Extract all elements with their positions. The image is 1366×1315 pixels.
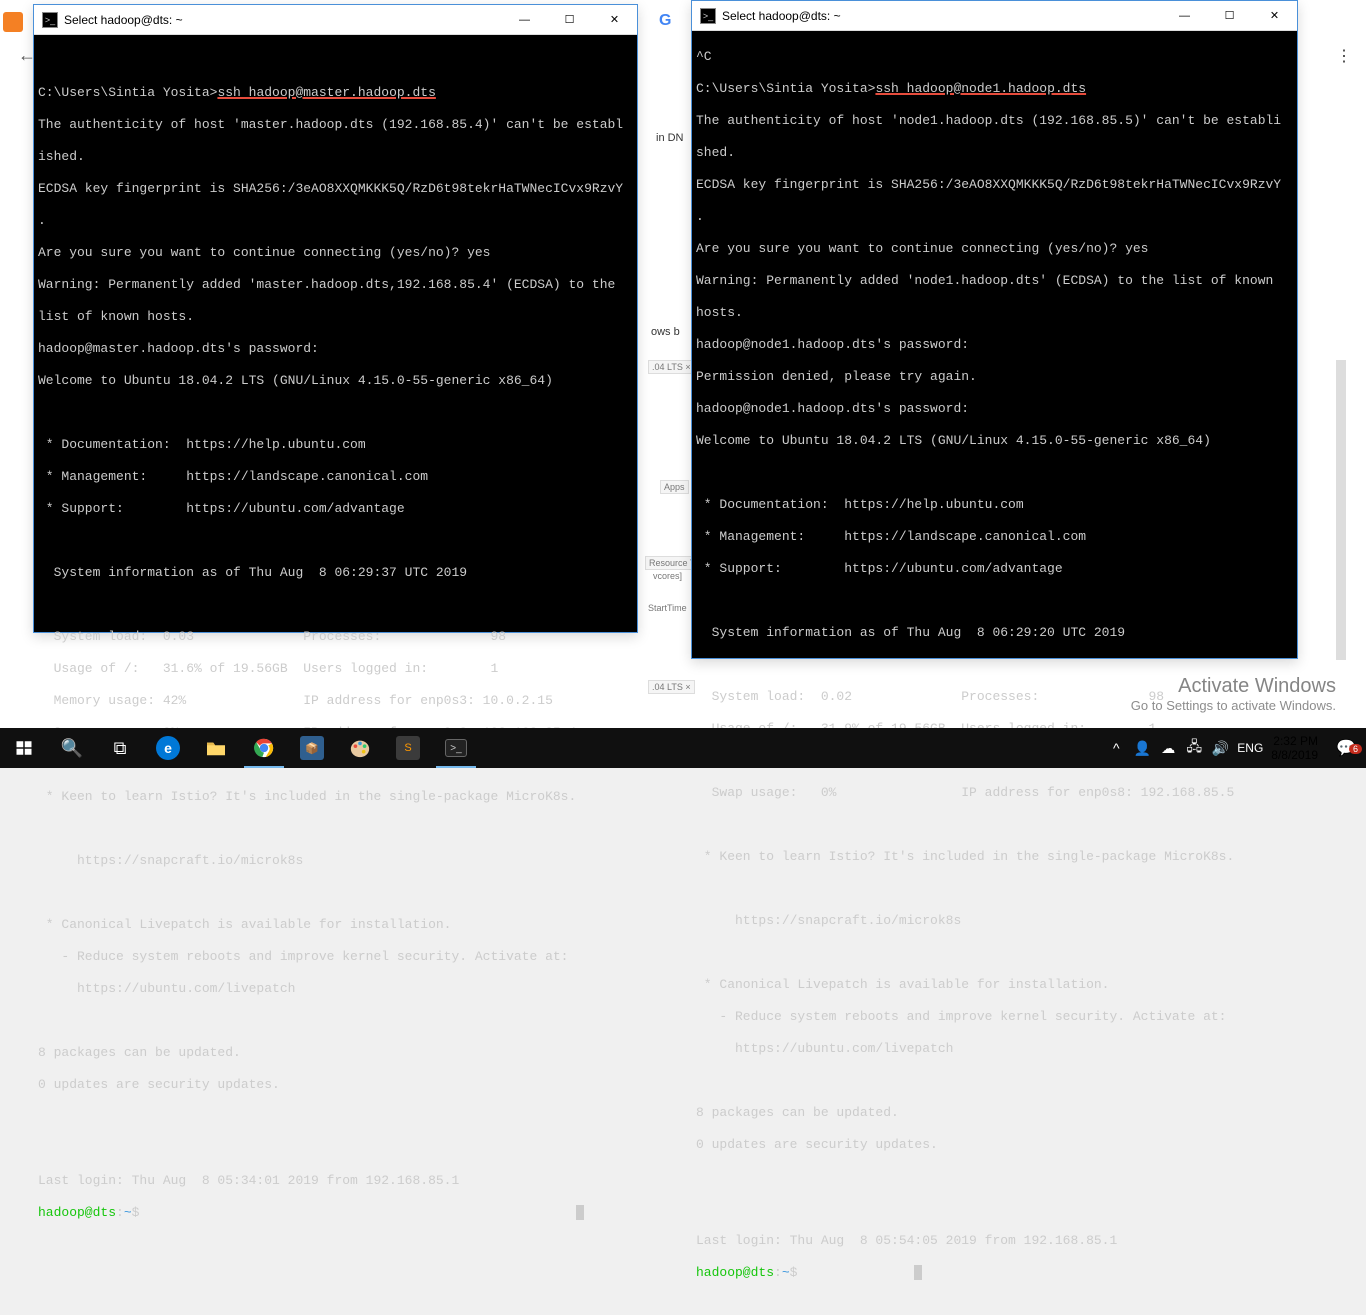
cursor-icon	[576, 1205, 584, 1220]
minimize-button[interactable]: —	[1162, 1, 1207, 30]
onedrive-icon[interactable]: ☁	[1159, 740, 1177, 757]
folder-icon	[204, 736, 228, 760]
terminal-icon: >_	[700, 8, 716, 24]
terminal-output[interactable]: C:\Users\Sintia Yosita>ssh hadoop@master…	[34, 35, 637, 1255]
bg-label-starttime: StartTime	[645, 602, 690, 614]
sublime-icon: S	[396, 736, 420, 760]
action-center-button[interactable]: 💬 6	[1326, 738, 1366, 758]
bg-label-vcores: vcores]	[650, 570, 685, 582]
stackoverflow-icon	[3, 12, 23, 32]
bg-scrollbar[interactable]	[1336, 360, 1346, 660]
close-button[interactable]: ✕	[592, 5, 637, 34]
clock-time: 2:32 PM	[1271, 734, 1318, 748]
titlebar[interactable]: >_ Select hadoop@dts: ~ — ☐ ✕	[692, 1, 1297, 31]
tray-chevron-icon[interactable]: ^	[1107, 740, 1125, 756]
language-indicator[interactable]: ENG	[1237, 741, 1255, 755]
task-view-icon: ⧉	[114, 738, 127, 759]
notification762f: 6	[1349, 744, 1362, 754]
bg-text-owsb: ows b	[651, 326, 680, 338]
edge-button[interactable]: e	[144, 728, 192, 768]
terminal-output[interactable]: ^C C:\Users\Sintia Yosita>ssh hadoop@nod…	[692, 31, 1297, 1315]
file-explorer-button[interactable]	[192, 728, 240, 768]
cmd-icon: >_	[445, 739, 467, 757]
window-title: Select hadoop@dts: ~	[722, 9, 1162, 23]
paint-icon	[348, 736, 372, 760]
windows-icon	[12, 736, 36, 760]
close-button[interactable]: ✕	[1252, 1, 1297, 30]
maximize-button[interactable]: ☐	[1207, 1, 1252, 30]
clock-date: 8/8/2019	[1271, 748, 1318, 762]
bg-label-lts2: .04 LTS ×	[648, 680, 695, 694]
chrome-menu-icon[interactable]: ⋮	[1336, 46, 1352, 66]
taskbar[interactable]: 🔍 ⧉ e 📦 S >_ ^ 👤 ☁ 🖧 🔊 ENG 2:32 PM 8/8/2…	[0, 728, 1366, 768]
bg-label-lts1: .04 LTS ×	[648, 360, 695, 374]
people-icon[interactable]: 👤	[1133, 740, 1151, 757]
virtualbox-button[interactable]: 📦	[288, 728, 336, 768]
ssh-command: ssh hadoop@node1.hadoop.dts	[875, 81, 1086, 96]
search-icon: 🔍	[61, 738, 83, 759]
terminal-window-node1[interactable]: >_ Select hadoop@dts: ~ — ☐ ✕ ^C C:\User…	[691, 0, 1298, 659]
volume-icon[interactable]: 🔊	[1211, 740, 1229, 757]
maximize-button[interactable]: ☐	[547, 5, 592, 34]
sublime-button[interactable]: S	[384, 728, 432, 768]
start-button[interactable]	[0, 728, 48, 768]
activate-windows-watermark: Activate Windows Go to Settings to activ…	[1131, 675, 1336, 713]
shell-prompt: hadoop@dts:~$	[38, 1205, 633, 1221]
titlebar[interactable]: >_ Select hadoop@dts: ~ — ☐ ✕	[34, 5, 637, 35]
clock[interactable]: 2:32 PM 8/8/2019	[1263, 734, 1326, 762]
cursor-icon	[914, 1265, 922, 1280]
shell-prompt: hadoop@dts:~$	[696, 1265, 1293, 1281]
terminal-window-master[interactable]: >_ Select hadoop@dts: ~ — ☐ ✕ C:\Users\S…	[33, 4, 638, 633]
cmd-button[interactable]: >_	[432, 728, 480, 768]
minimize-button[interactable]: —	[502, 5, 547, 34]
terminal-icon: >_	[42, 12, 58, 28]
system-tray[interactable]: ^ 👤 ☁ 🖧 🔊 ENG	[1099, 736, 1263, 760]
bg-text-dn: in DN	[656, 132, 684, 144]
chrome-icon	[252, 736, 276, 760]
network-icon[interactable]: 🖧	[1185, 736, 1203, 760]
chrome-button[interactable]	[240, 728, 288, 768]
chrome-g-icon: G	[659, 10, 693, 32]
task-view-button[interactable]: ⧉	[96, 728, 144, 768]
search-button[interactable]: 🔍	[48, 728, 96, 768]
window-title: Select hadoop@dts: ~	[64, 13, 502, 27]
virtualbox-icon: 📦	[300, 736, 324, 760]
ssh-command: ssh hadoop@master.hadoop.dts	[217, 85, 435, 100]
edge-icon: e	[156, 736, 180, 760]
bg-label-apps: Apps	[660, 480, 689, 494]
paint-button[interactable]	[336, 728, 384, 768]
